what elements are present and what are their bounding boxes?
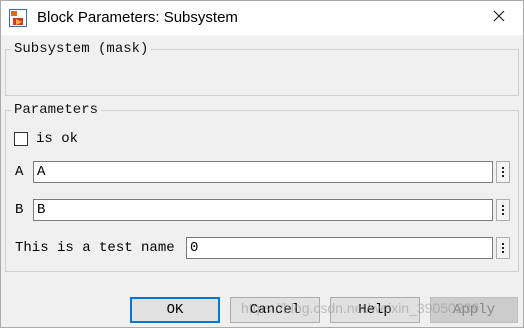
cancel-button[interactable]: Cancel (230, 297, 320, 323)
field-b-label: B (15, 202, 24, 218)
test-name-input[interactable] (186, 237, 493, 259)
dialog-title: Block Parameters: Subsystem (37, 9, 238, 26)
field-b-input[interactable] (33, 199, 493, 221)
is-ok-label[interactable]: is ok (36, 131, 78, 147)
test-name-more-button[interactable] (496, 237, 510, 259)
ok-button[interactable]: OK (130, 297, 220, 323)
is-ok-checkbox[interactable] (14, 132, 28, 146)
close-button[interactable] (479, 3, 519, 33)
close-icon (493, 10, 505, 27)
field-a-more-button[interactable] (496, 161, 510, 183)
title-bar[interactable]: Block Parameters: Subsystem (1, 1, 523, 35)
test-name-label: This is a test name (15, 240, 175, 256)
parameters-group-legend: Parameters (11, 102, 102, 118)
field-b-more-button[interactable] (496, 199, 510, 221)
simulink-block-icon (9, 9, 27, 27)
field-a-label: A (15, 164, 24, 180)
dialog-window: Block Parameters: Subsystem Subsystem (m… (0, 0, 524, 328)
mask-group-legend: Subsystem (mask) (11, 41, 152, 57)
help-button[interactable]: Help (330, 297, 420, 323)
apply-button[interactable]: Apply (430, 297, 518, 323)
field-a-input[interactable] (33, 161, 493, 183)
